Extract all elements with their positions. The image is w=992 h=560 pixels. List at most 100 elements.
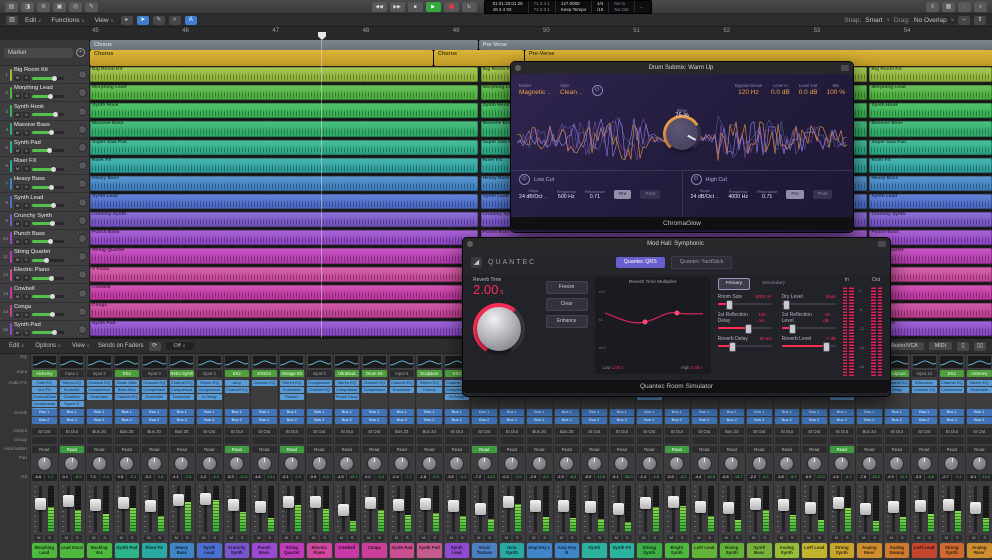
send-slot[interactable]: Bus 2	[637, 417, 662, 424]
volume-readout[interactable]: -1.4	[637, 474, 649, 481]
volume-slider[interactable]	[32, 113, 64, 116]
volume-slider[interactable]	[32, 277, 64, 280]
input-slot[interactable]: Input 3	[142, 370, 167, 377]
mute-button[interactable]: M	[337, 535, 346, 541]
menu-functions[interactable]: Functions ∨	[48, 17, 87, 24]
arrangement-section[interactable]: Pre Verse	[479, 40, 992, 50]
pan-knob[interactable]	[477, 456, 492, 471]
solo-button[interactable]: S	[23, 166, 30, 172]
automation-mode[interactable]: Read	[60, 446, 85, 453]
single-strip-icon[interactable]: ▯	[957, 342, 969, 351]
mute-button[interactable]: M	[694, 535, 703, 541]
output-slot[interactable]: St Out	[692, 428, 717, 435]
fx-slot[interactable]: Ensemble	[142, 394, 167, 400]
output-slot[interactable]: St Out	[307, 428, 332, 435]
volume-readout[interactable]: -7.2	[472, 474, 484, 481]
fx-slot[interactable]: Channel EQ	[307, 387, 332, 393]
filter-tab-midi[interactable]: MIDI	[929, 342, 952, 350]
send-slot[interactable]: Bus 1	[280, 409, 305, 416]
eq-thumbnail[interactable]	[33, 356, 56, 368]
channel-name[interactable]: Octa Synth	[500, 543, 525, 558]
slider-handle[interactable]	[783, 300, 790, 310]
mute-button[interactable]: M	[199, 535, 208, 541]
fx-slot[interactable]: Channel EQ	[142, 380, 167, 386]
eq-thumbnail[interactable]	[940, 356, 963, 368]
drive-knob[interactable]: Drive 75 %	[663, 115, 701, 153]
peak-readout[interactable]: -7.4	[952, 474, 964, 481]
pan-knob[interactable]	[807, 456, 822, 471]
solo-button[interactable]: S	[23, 203, 30, 209]
peak-readout[interactable]: -11.0	[237, 474, 249, 481]
mute-button[interactable]: M	[832, 535, 841, 541]
solo-button[interactable]: S	[100, 535, 109, 541]
volume-readout[interactable]: -2.4	[390, 474, 402, 481]
track-header[interactable]: 8Synth LeadMS	[0, 193, 89, 211]
mixer-channel-strip[interactable]: Input 2Channel EQCompressorEnsembleBus 1…	[85, 354, 113, 558]
send-slot[interactable]: Bus 2	[802, 417, 827, 424]
automation-mode[interactable]: Read	[720, 446, 745, 453]
link-icon[interactable]	[841, 65, 849, 71]
mixer-channel-strip[interactable]: ES2Channel EQCompressorBus 1Bus 2St OutR…	[938, 354, 966, 558]
note-pads-icon[interactable]: ▦	[942, 2, 955, 12]
fx-slot[interactable]: Stereo EQ	[417, 380, 442, 386]
fx-slot[interactable]: Chorus	[417, 387, 442, 393]
library-icon[interactable]: ▤	[5, 2, 18, 12]
audio-region[interactable]: Morphing Lead	[869, 85, 992, 100]
pan-knob[interactable]	[78, 70, 87, 79]
channel-name[interactable]: Backing Voc	[87, 543, 112, 558]
pan-knob[interactable]	[78, 161, 87, 170]
apple-loops-icon[interactable]: ◌	[958, 2, 971, 12]
track-header[interactable]: 13CowbellMS	[0, 284, 89, 302]
level-out-field[interactable]: Level Out 0.0 dB	[799, 83, 818, 97]
output-slot[interactable]: St Out	[912, 428, 937, 435]
solo-button[interactable]: S	[23, 221, 30, 227]
send-slot[interactable]: Bus 2	[720, 417, 745, 424]
send-slot[interactable]: Bus 1	[830, 409, 855, 416]
track-header[interactable]: 1Big Room KitMS	[0, 66, 89, 84]
group-slot[interactable]	[940, 437, 965, 444]
automation-mode[interactable]: Read	[775, 446, 800, 453]
input-slot[interactable]: ES2	[940, 370, 965, 377]
solo-button[interactable]: S	[238, 535, 247, 541]
peak-readout[interactable]: -10.5	[705, 474, 717, 481]
mute-button[interactable]: M	[804, 535, 813, 541]
fx-slot[interactable]: Bitcrusher	[912, 380, 937, 386]
channel-fader[interactable]	[228, 499, 239, 511]
channel-fader[interactable]	[420, 498, 431, 510]
group-slot[interactable]	[912, 437, 937, 444]
volume-readout[interactable]: -8.1	[610, 474, 622, 481]
automation-mode[interactable]: Read	[802, 446, 827, 453]
mixer-icon[interactable]: ≋	[37, 2, 50, 12]
input-slot[interactable]: Input 6	[390, 370, 415, 377]
channel-name[interactable]: Vocal Texture	[472, 543, 497, 558]
channel-name[interactable]: Synth Bass	[747, 543, 772, 558]
wide-strips-icon[interactable]: ▯▯	[974, 342, 986, 351]
mute-button[interactable]: M	[969, 535, 978, 541]
slope-field[interactable]: Slope 24 dB/Oct ⌄	[519, 188, 548, 201]
automation-mode[interactable]: Read	[500, 446, 525, 453]
mixer-channel-strip[interactable]: Drum KitChannel EQCompressorBus 1Bus 2St…	[360, 354, 388, 558]
group-slot[interactable]	[197, 437, 222, 444]
bar-ruler[interactable]: 45464748495051525354	[0, 27, 992, 41]
param-slider[interactable]: Room Size5000 m³	[718, 294, 772, 305]
pencil-tool-icon[interactable]: ✎	[153, 16, 165, 25]
mixer-menu-options[interactable]: Options ∨	[32, 343, 64, 349]
send-slot[interactable]: Bus 1	[252, 409, 277, 416]
peak-readout[interactable]: -3.2	[677, 474, 689, 481]
pan-knob[interactable]	[257, 456, 272, 471]
send-slot[interactable]: Bus 1	[747, 409, 772, 416]
pan-knob[interactable]	[229, 456, 244, 471]
power-icon[interactable]: ⏻	[519, 174, 530, 185]
eq-thumbnail[interactable]	[60, 356, 83, 368]
fx-slot[interactable]: Stereo EQ	[967, 380, 992, 386]
mixer-menu-edit[interactable]: Edit ∨	[6, 343, 27, 349]
mute-button[interactable]: M	[14, 93, 21, 99]
pointer-tool-icon[interactable]: ➤	[137, 16, 149, 25]
channel-fader[interactable]	[283, 496, 294, 508]
mute-button[interactable]: M	[14, 112, 21, 118]
channel-fader[interactable]	[63, 495, 74, 507]
pre-button[interactable]: Pre	[786, 190, 803, 199]
primary-button[interactable]: Primary	[718, 278, 751, 290]
drag-value[interactable]: No Overlap	[914, 17, 947, 24]
volume-slider[interactable]	[32, 259, 64, 262]
